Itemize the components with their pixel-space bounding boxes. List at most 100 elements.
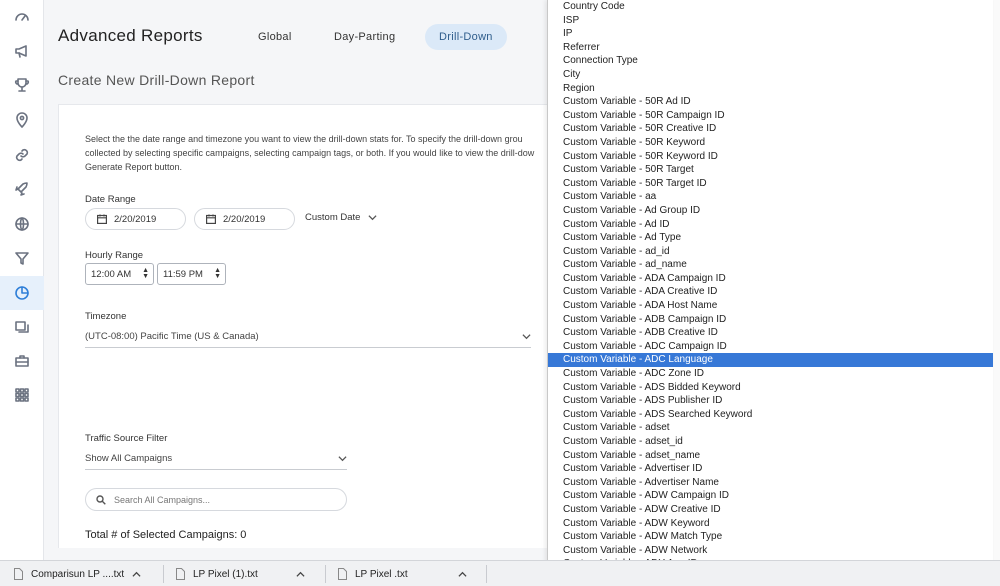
end-date-value: 2/20/2019 (223, 213, 266, 225)
dropdown-option[interactable]: Custom Variable - ADC Campaign ID (548, 340, 993, 354)
chevron-down-icon (522, 334, 531, 340)
search-icon (96, 494, 106, 505)
sidebar-item-filters[interactable] (0, 241, 44, 275)
dropdown-option[interactable]: Custom Variable - ADW Network (548, 544, 993, 558)
dropdown-option[interactable]: Custom Variable - 50R Ad ID (548, 95, 993, 109)
date-preset-value: Custom Date (305, 212, 361, 223)
dropdown-option[interactable]: Custom Variable - 50R Creative ID (548, 122, 993, 136)
sidebar-item-affiliate-networks[interactable] (0, 344, 44, 378)
sidebar-item-launch[interactable] (0, 172, 44, 206)
date-range-label: Date Range (85, 194, 136, 205)
filter-icon (15, 252, 29, 265)
dropdown-option[interactable]: Custom Variable - ADC Zone ID (548, 367, 993, 381)
section-title: Create New Drill-Down Report (58, 72, 255, 88)
dropdown-option[interactable]: Custom Variable - ADB Campaign ID (548, 313, 993, 327)
dropdown-option[interactable]: Custom Variable - 50R Keyword ID (548, 150, 993, 164)
dropdown-option[interactable]: Custom Variable - adset_name (548, 449, 993, 463)
download-item[interactable]: LP Pixel .txt (338, 561, 467, 586)
dropdown-option[interactable]: Custom Variable - 50R Target (548, 163, 993, 177)
dropdown-option[interactable]: Custom Variable - aa (548, 190, 993, 204)
dropdown-option[interactable]: Custom Variable - ADS Publisher ID (548, 394, 993, 408)
dropdown-option[interactable]: Custom Variable - ADW Creative ID (548, 503, 993, 517)
chevron-down-icon (368, 215, 377, 221)
dropdown-option[interactable]: Custom Variable - ADA Creative ID (548, 285, 993, 299)
sidebar-item-campaigns[interactable] (0, 34, 44, 68)
sidebar-item-links[interactable] (0, 138, 44, 172)
start-time-select[interactable]: 12:00 AM ▲ ▼ (85, 263, 154, 285)
dropdown-option[interactable]: Custom Variable - adset (548, 421, 993, 435)
dashboard-gauge-icon (15, 13, 29, 21)
traffic-source-filter-select[interactable]: Show All Campaigns (85, 448, 347, 470)
page-scrollbar[interactable] (993, 0, 1000, 560)
dropdown-option[interactable]: Custom Variable - ADA Campaign ID (548, 272, 993, 286)
chevron-up-icon[interactable] (458, 570, 467, 579)
dropdown-option[interactable]: Custom Variable - ADW Keyword (548, 517, 993, 531)
dropdown-option[interactable]: Custom Variable - 50R Campaign ID (548, 109, 993, 123)
chevron-down-icon (338, 456, 347, 462)
dropdown-option[interactable]: Custom Variable - Advertiser ID (548, 462, 993, 476)
date-preset-select[interactable]: Custom Date (305, 212, 377, 223)
sidebar-item-compare[interactable] (0, 310, 44, 344)
dropdown-option[interactable]: IP (548, 27, 993, 41)
pie-chart-icon (15, 286, 29, 300)
dropdown-option[interactable]: Custom Variable - Ad ID (548, 218, 993, 232)
end-date-input[interactable]: 2/20/2019 (194, 208, 295, 230)
dropdown-option[interactable]: Custom Variable - Ad Group ID (548, 204, 993, 218)
sidebar-item-dashboard[interactable] (0, 0, 44, 34)
dropdown-option[interactable]: Custom Variable - adset_id (548, 435, 993, 449)
chevron-up-icon[interactable] (296, 570, 305, 579)
tab-global[interactable]: Global (244, 24, 306, 50)
start-date-input[interactable]: 2/20/2019 (85, 208, 186, 230)
dropdown-option[interactable]: Custom Variable - ADS Searched Keyword (548, 408, 993, 422)
stepper-arrows-icon: ▲ ▼ (214, 267, 221, 280)
sidebar-item-offers[interactable] (0, 68, 44, 102)
dropdown-option[interactable]: Custom Variable - Advertiser Name (548, 476, 993, 490)
dropdown-option[interactable]: Custom Variable - Ad Type (548, 231, 993, 245)
campaign-search-input[interactable] (114, 494, 334, 505)
dropdown-option[interactable]: ISP (548, 14, 993, 28)
sidebar-item-landing-pages[interactable] (0, 103, 44, 137)
timezone-value: (UTC-08:00) Pacific Time (US & Canada) (85, 331, 259, 342)
divider (325, 565, 326, 583)
dropdown-option[interactable]: Custom Variable - ADW Campaign ID (548, 489, 993, 503)
divider (163, 565, 164, 583)
sidebar-item-apps[interactable] (0, 378, 44, 412)
file-icon (14, 568, 23, 580)
dropdown-option[interactable]: Custom Variable - ADW Match Type (548, 530, 993, 544)
download-item[interactable]: Comparisun LP ....txt (14, 561, 141, 586)
dropdown-option[interactable]: Custom Variable - ad_name (548, 258, 993, 272)
dropdown-option[interactable]: Connection Type (548, 54, 993, 68)
end-time-select[interactable]: 11:59 PM ▲ ▼ (157, 263, 226, 285)
drill-down-group-dropdown[interactable]: Country Code ISP IP Referrer Connection Type… (547, 0, 993, 586)
report-form-card: Select the the date range and timezone y… (58, 104, 578, 548)
campaign-search[interactable] (85, 488, 347, 511)
file-icon (176, 568, 185, 580)
sidebar-item-traffic-sources[interactable] (0, 207, 44, 241)
traffic-source-filter-label: Traffic Source Filter (85, 433, 168, 444)
rocket-icon (15, 182, 28, 196)
dropdown-option[interactable]: Region (548, 82, 993, 96)
tab-drill-down[interactable]: Drill-Down (425, 24, 507, 50)
apps-grid-icon (15, 388, 29, 402)
calendar-icon (206, 214, 216, 224)
instructions-text: Select the the date range and timezone y… (85, 134, 535, 172)
sidebar-item-reports[interactable] (0, 276, 44, 310)
start-time-value: 12:00 AM (91, 268, 132, 280)
dropdown-option[interactable]: Custom Variable - ADC Language (548, 353, 993, 368)
timezone-select[interactable]: (UTC-08:00) Pacific Time (US & Canada) (85, 326, 531, 348)
downloads-bar: Comparisun LP ....txt LP Pixel (1).txt L… (0, 560, 1000, 586)
dropdown-option[interactable]: Country Code (548, 0, 993, 14)
dropdown-option[interactable]: Custom Variable - ADB Creative ID (548, 326, 993, 340)
download-item[interactable]: LP Pixel (1).txt (176, 561, 305, 586)
selected-campaigns-total: Total # of Selected Campaigns: 0 (85, 529, 247, 541)
dropdown-option[interactable]: Custom Variable - ad_id (548, 245, 993, 259)
dropdown-option[interactable]: Custom Variable - ADS Bidded Keyword (548, 381, 993, 395)
dropdown-option[interactable]: Referrer (548, 41, 993, 55)
chevron-up-icon[interactable] (132, 570, 141, 579)
dropdown-option[interactable]: Custom Variable - ADA Host Name (548, 299, 993, 313)
download-filename: Comparisun LP ....txt (31, 568, 125, 580)
dropdown-option[interactable]: Custom Variable - 50R Target ID (548, 177, 993, 191)
tab-day-parting[interactable]: Day-Parting (320, 24, 409, 50)
dropdown-option[interactable]: Custom Variable - 50R Keyword (548, 136, 993, 150)
dropdown-option[interactable]: City (548, 68, 993, 82)
